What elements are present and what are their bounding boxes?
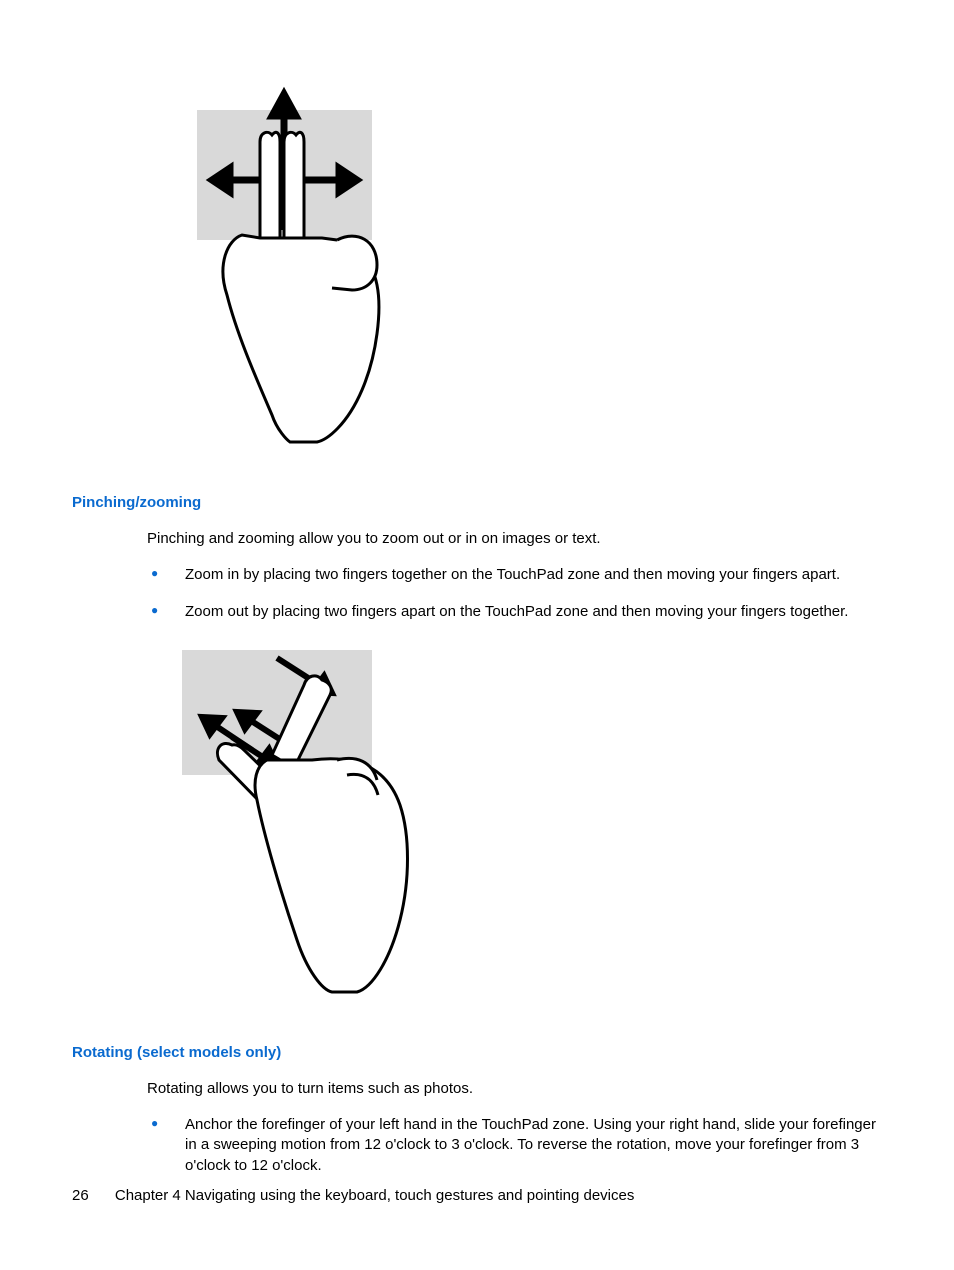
list-item: Zoom in by placing two fingers together … bbox=[147, 565, 882, 585]
gesture-figure-pinch bbox=[172, 640, 882, 1004]
bullet-list-rotating: Anchor the forefinger of your left hand … bbox=[147, 1115, 882, 1176]
heading-rotating: Rotating (select models only) bbox=[72, 1044, 882, 1061]
gesture-figure-scroll bbox=[172, 80, 882, 454]
list-item: Anchor the forefinger of your left hand … bbox=[147, 1115, 882, 1176]
chapter-title: Chapter 4 Navigating using the keyboard,… bbox=[115, 1187, 635, 1204]
page-number: 26 bbox=[72, 1187, 89, 1204]
paragraph-rotating-intro: Rotating allows you to turn items such a… bbox=[147, 1079, 882, 1099]
paragraph-pinching-intro: Pinching and zooming allow you to zoom o… bbox=[147, 529, 882, 549]
list-item: Zoom out by placing two fingers apart on… bbox=[147, 602, 882, 622]
page-footer: 26 Chapter 4 Navigating using the keyboa… bbox=[72, 1187, 634, 1204]
heading-pinching-zooming: Pinching/zooming bbox=[72, 494, 882, 511]
bullet-list-pinching: Zoom in by placing two fingers together … bbox=[147, 565, 882, 622]
